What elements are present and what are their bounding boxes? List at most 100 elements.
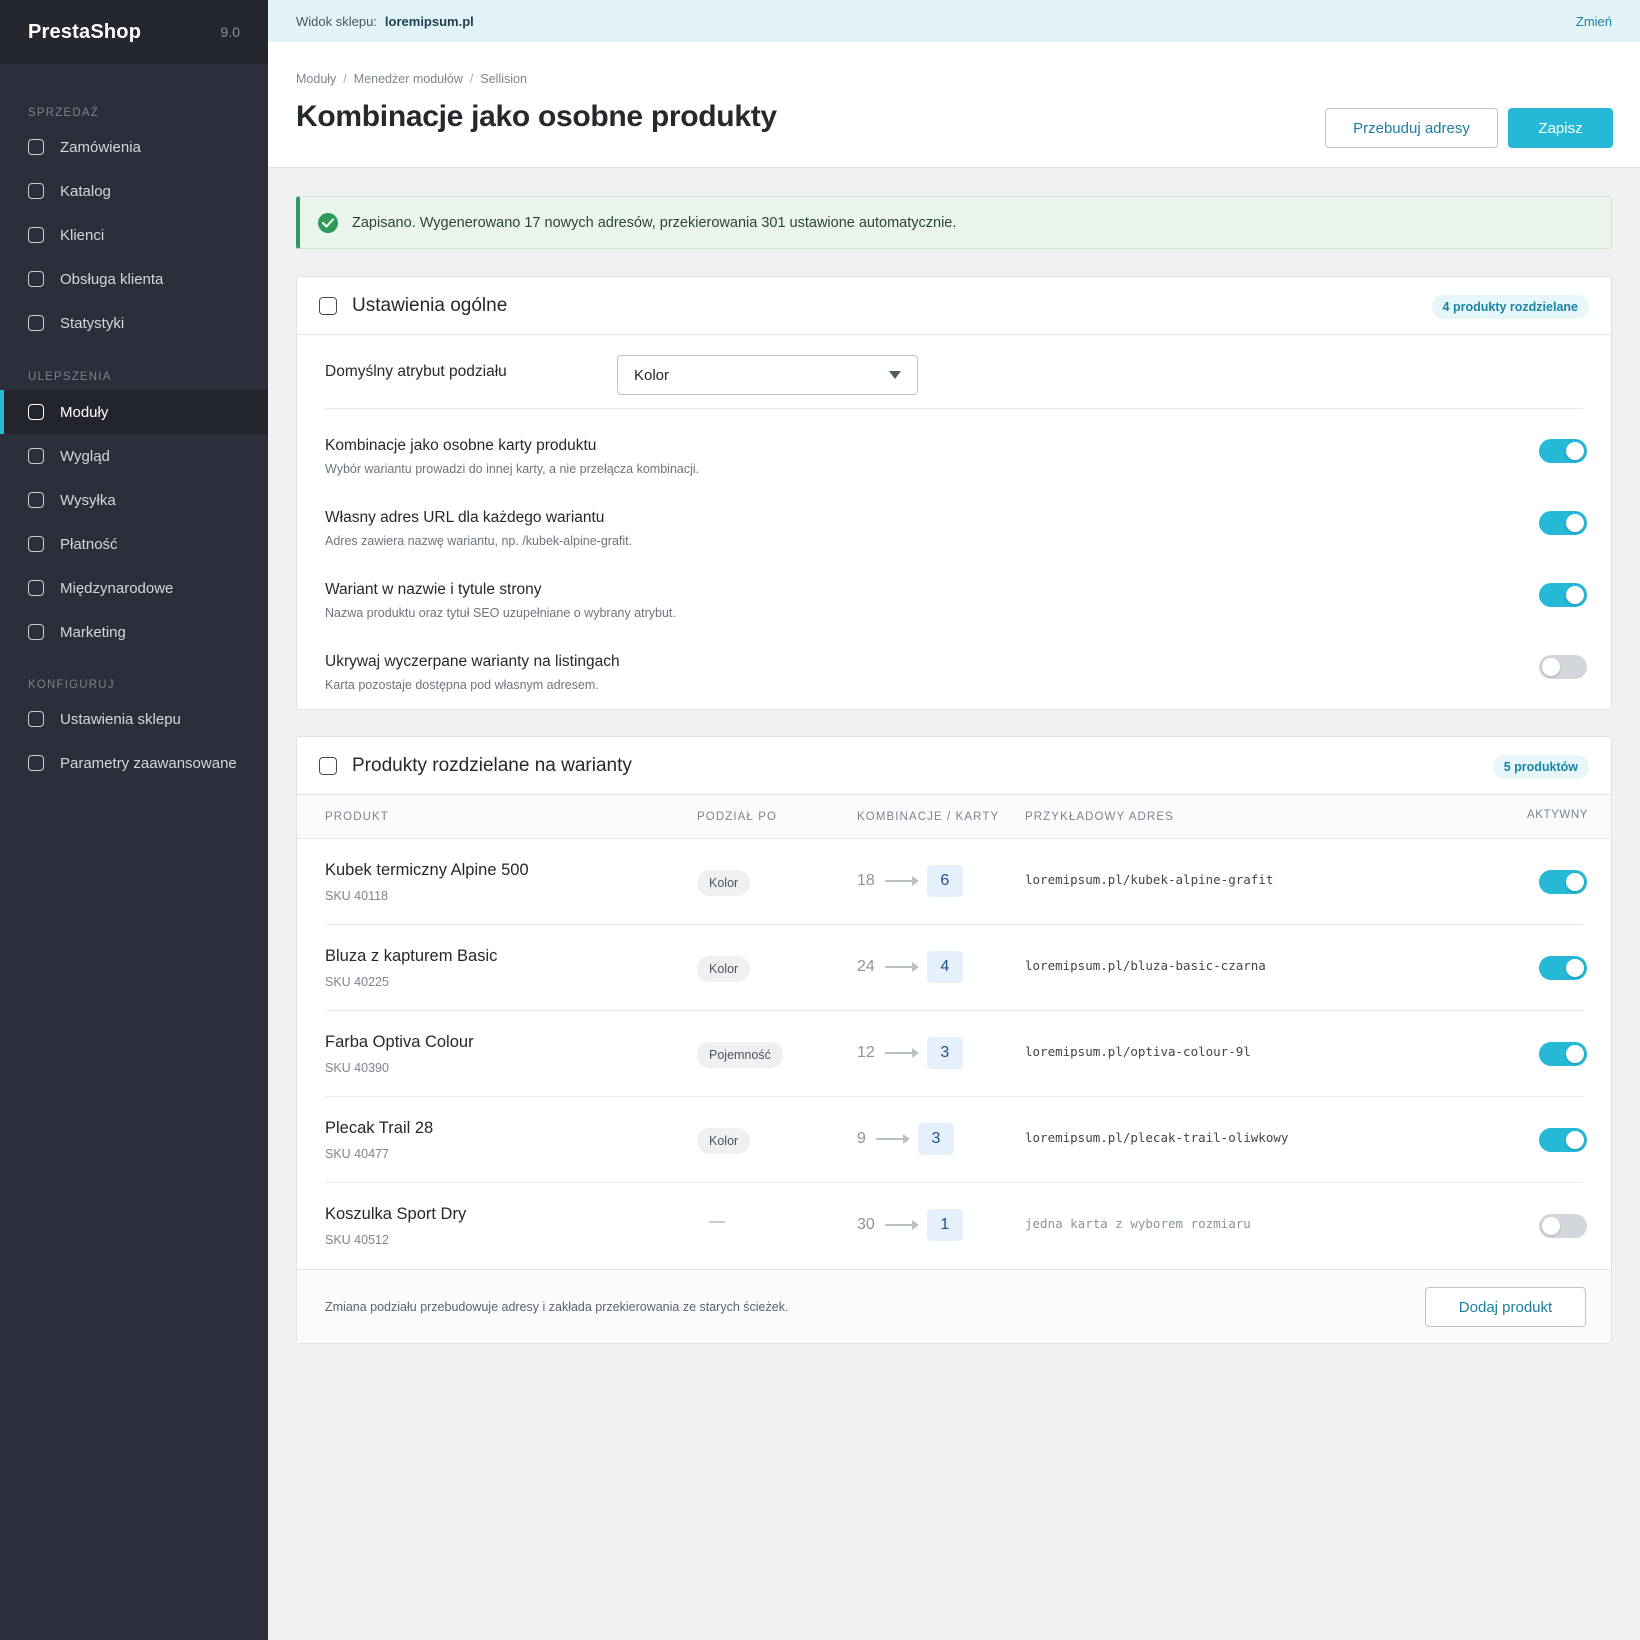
variant-title-toggle[interactable]	[1539, 583, 1587, 607]
example-url[interactable]: loremipsum.pl/kubek-alpine-grafit	[1025, 872, 1273, 887]
design-icon	[28, 448, 44, 464]
product-active-toggle[interactable]	[1539, 1214, 1587, 1238]
combinations-count: 30	[857, 1216, 875, 1233]
shop-domain-link[interactable]: loremipsum.pl	[385, 14, 474, 29]
arrow-right-icon	[875, 1134, 910, 1144]
page-header: Moduły / Menedżer modułów / Sellision Kombin…	[268, 42, 1640, 168]
sidebar-item-label: Zamówienia	[60, 138, 141, 156]
column-header[interactable]: AKTYWNY	[1527, 809, 1588, 821]
example-url[interactable]: loremipsum.pl/bluza-basic-czarna	[1025, 958, 1266, 973]
breadcrumb-item: Sellision	[480, 72, 527, 86]
sidebar-item-shop-parameters[interactable]: Ustawienia sklepu	[0, 697, 268, 741]
footer-note: Zmiana podziału przebudowuje adresy i za…	[325, 1300, 789, 1314]
products-card: Produkty rozdzielane na warianty 5 produ…	[296, 736, 1612, 1344]
split-attribute-empty: —	[709, 1213, 725, 1230]
rebuild-urls-button[interactable]: Przebuduj adresy	[1325, 108, 1498, 148]
brand-bar: PrestaShop 9.0	[0, 0, 268, 64]
product-name[interactable]: Plecak Trail 28	[325, 1119, 433, 1138]
sidebar-item-international[interactable]: Międzynarodowe	[0, 566, 268, 610]
shop-view-bar: Widok sklepu: loremipsum.pl Zmień	[268, 0, 1640, 42]
card-title: Produkty rozdzielane na warianty	[352, 754, 632, 776]
products-count-badge: 5 produktów	[1492, 755, 1589, 779]
sidebar-item-label: Wysyłka	[60, 491, 116, 509]
modules-icon	[28, 404, 44, 420]
setting-description: Karta pozostaje dostępna pod własnym adr…	[325, 678, 599, 692]
sidebar-item-label: Ustawienia sklepu	[60, 710, 181, 728]
arrow-right-icon	[884, 1048, 919, 1058]
variant-url-toggle[interactable]	[1539, 511, 1587, 535]
shipping-icon	[28, 492, 44, 508]
table-footer: Zmiana podziału przebudowuje adresy i za…	[297, 1269, 1611, 1343]
product-sku: SKU 40225	[325, 975, 389, 989]
breadcrumb-item[interactable]: Moduły	[296, 72, 336, 86]
shop-view: Widok sklepu: loremipsum.pl	[296, 14, 474, 29]
combinations-count: 9	[857, 1130, 866, 1147]
default-attribute-select[interactable]: Kolor	[617, 355, 918, 395]
breadcrumb-item[interactable]: Menedżer modułów	[354, 72, 463, 86]
split-attribute-tag: Kolor	[697, 1128, 751, 1154]
product-sku: SKU 40477	[325, 1147, 389, 1161]
column-header[interactable]: PODZIAŁ PO	[697, 811, 777, 823]
customers-icon	[28, 227, 44, 243]
cards-count: 3	[917, 1123, 954, 1155]
sidebar-item-label: Statystyki	[60, 314, 125, 332]
cards-count: 1	[926, 1209, 963, 1241]
sidebar-item-marketing[interactable]: Marketing	[0, 610, 268, 654]
sidebar-item-modules[interactable]: Moduły	[0, 390, 268, 434]
advanced-settings-icon	[28, 755, 44, 771]
combinations-count: 18	[857, 872, 875, 889]
chevron-down-icon	[889, 371, 901, 379]
sidebar-item-payment[interactable]: Płatność	[0, 522, 268, 566]
product-active-toggle[interactable]	[1539, 1042, 1587, 1066]
sidebar-item-customer-service[interactable]: Obsługa klienta	[0, 257, 268, 301]
sidebar-item-label: Płatność	[60, 535, 118, 553]
sidebar-item-advanced-parameters[interactable]: Parametry zaawansowane	[0, 741, 268, 785]
default-attribute-label: Domyślny atrybut podziału	[325, 363, 507, 380]
default-attribute-value: Kolor	[634, 366, 670, 384]
catalog-icon	[28, 183, 44, 199]
sidebar-item-customers[interactable]: Klienci	[0, 213, 268, 257]
table-row: Bluza z kapturem Basic SKU 40225 Kolor 2…	[297, 925, 1611, 1011]
column-header[interactable]: PRZYKŁADOWY ADRES	[1025, 811, 1174, 823]
breadcrumb: Moduły / Menedżer modułów / Sellision	[296, 72, 527, 86]
stats-icon	[28, 315, 44, 331]
sidebar-item-label: Międzynarodowe	[60, 579, 174, 597]
nav-section-title: SPRZEDAŻ	[28, 107, 99, 119]
product-name[interactable]: Kubek termiczny Alpine 500	[325, 861, 529, 880]
setting-description: Wybór wariantu prowadzi do innej karty, …	[325, 462, 700, 476]
example-url[interactable]: loremipsum.pl/plecak-trail-oliwkowy	[1025, 1130, 1288, 1145]
add-product-button[interactable]: Dodaj produkt	[1425, 1287, 1586, 1327]
product-active-toggle[interactable]	[1539, 870, 1587, 894]
column-header[interactable]: PRODUKT	[325, 811, 389, 823]
sidebar-item-stats[interactable]: Statystyki	[0, 301, 268, 345]
cards-count: 3	[926, 1037, 963, 1069]
nav-section-title: ULEPSZENIA	[28, 371, 112, 383]
check-circle-icon	[318, 212, 338, 233]
product-active-toggle[interactable]	[1539, 1128, 1587, 1152]
separate-cards-toggle[interactable]	[1539, 439, 1587, 463]
sidebar-item-label: Moduły	[60, 403, 109, 421]
sidebar-item-label: Marketing	[60, 623, 126, 641]
sidebar-item-catalog[interactable]: Katalog	[0, 169, 268, 213]
sidebar-item-design[interactable]: Wygląd	[0, 434, 268, 478]
sidebar-item-shipping[interactable]: Wysyłka	[0, 478, 268, 522]
example-url[interactable]: loremipsum.pl/optiva-colour-9l	[1025, 1044, 1251, 1059]
nav-section-title: KONFIGURUJ	[28, 679, 115, 691]
column-header[interactable]: KOMBINACJE / KARTY	[857, 811, 999, 823]
example-url: jedna karta z wyborem rozmiaru	[1025, 1216, 1251, 1231]
product-sku: SKU 40390	[325, 1061, 389, 1075]
change-shop-link[interactable]: Zmień	[1576, 14, 1612, 29]
product-name[interactable]: Farba Optiva Colour	[325, 1033, 474, 1052]
table-row: Kubek termiczny Alpine 500 SKU 40118 Kol…	[297, 839, 1611, 925]
arrow-right-icon	[884, 962, 919, 972]
hide-out-of-stock-toggle[interactable]	[1539, 655, 1587, 679]
product-active-toggle[interactable]	[1539, 956, 1587, 980]
product-name[interactable]: Bluza z kapturem Basic	[325, 947, 497, 966]
brand-logo[interactable]: PrestaShop	[28, 21, 141, 44]
sidebar-item-label: Obsługa klienta	[60, 270, 164, 288]
save-button[interactable]: Zapisz	[1508, 108, 1613, 148]
product-name[interactable]: Koszulka Sport Dry	[325, 1205, 466, 1224]
international-icon	[28, 580, 44, 596]
sidebar-item-orders[interactable]: Zamówienia	[0, 125, 268, 169]
cards-count: 6	[926, 865, 963, 897]
